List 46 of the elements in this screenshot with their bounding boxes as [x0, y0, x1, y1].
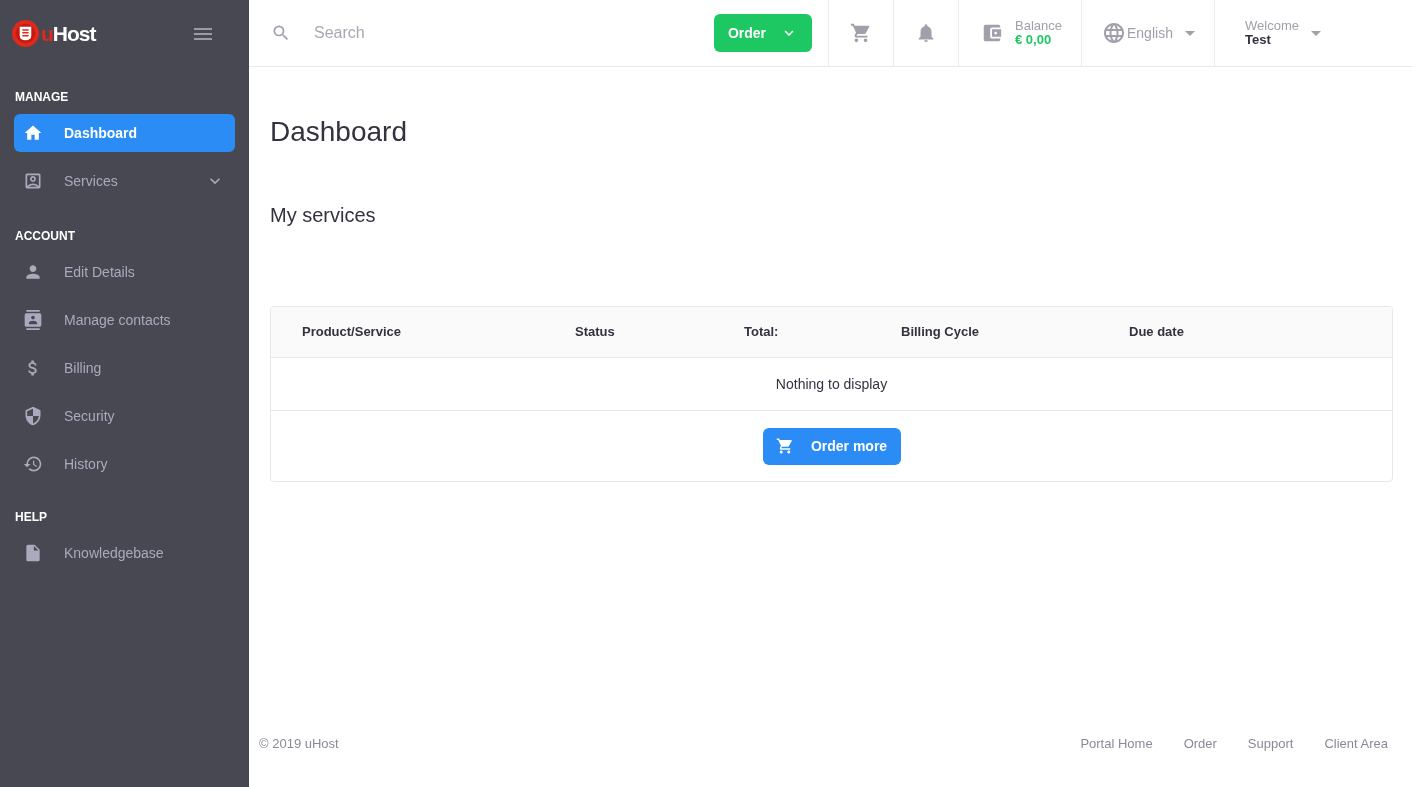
section-label: HELP [14, 510, 48, 524]
home-icon [23, 123, 43, 143]
person-card-icon [23, 171, 43, 191]
sidebar-item[interactable]: Security [14, 397, 235, 435]
column-header: Billing Cycle [901, 323, 980, 342]
caret-icon [1184, 30, 1195, 36]
sidebar-item[interactable]: Billing [14, 349, 235, 387]
sidebar-item[interactable]: Services [14, 162, 235, 200]
globe-icon [1102, 21, 1126, 45]
empty-message: Nothing to display [775, 374, 888, 394]
caret-icon [1310, 30, 1321, 36]
column-header: Total: [744, 323, 779, 342]
sidebar-item[interactable]: Edit Details [14, 253, 235, 291]
search-field[interactable]: Search [314, 18, 714, 48]
section-label: ACCOUNT [14, 229, 76, 243]
column-header: Status [575, 323, 615, 342]
sidebar-item[interactable]: Dashboard [14, 114, 235, 152]
order-button[interactable]: Order [714, 14, 812, 52]
section-title: My services [270, 203, 377, 227]
balance-label: Balance [1015, 19, 1062, 33]
search-icon [271, 23, 291, 43]
logo-icon [12, 20, 39, 47]
sidebar-item[interactable]: History [14, 445, 235, 483]
logo-text: uHost [41, 23, 96, 44]
cart-icon [775, 437, 794, 455]
document-icon [23, 543, 43, 563]
column-header: Due date [1129, 323, 1184, 342]
history-icon [23, 454, 43, 474]
language-dropdown[interactable]: English [1102, 21, 1195, 45]
order-more-button[interactable]: Order more [762, 427, 901, 465]
footer-link[interactable]: Client Area [1324, 734, 1388, 754]
footer-link[interactable]: Support [1247, 734, 1294, 754]
column-header: Product/Service [302, 323, 401, 342]
wallet-icon [981, 22, 1003, 44]
section-label: MANAGE [14, 90, 70, 104]
footer-link[interactable]: Portal Home [1080, 734, 1153, 754]
sidebar-item[interactable]: Manage contacts [14, 301, 235, 339]
contact-card-icon [23, 310, 43, 330]
page-title: Dashboard [270, 115, 408, 149]
user-menu[interactable]: Welcome Test [1245, 19, 1321, 47]
balance-amount: € 0,00 [1015, 33, 1053, 47]
cart-icon[interactable] [850, 22, 872, 44]
copyright-text: © 2019 uHost [259, 735, 339, 754]
footer-link[interactable]: Order [1183, 734, 1217, 754]
sidebar-item[interactable]: Knowledgebase [14, 534, 235, 572]
shield-icon [23, 406, 43, 426]
